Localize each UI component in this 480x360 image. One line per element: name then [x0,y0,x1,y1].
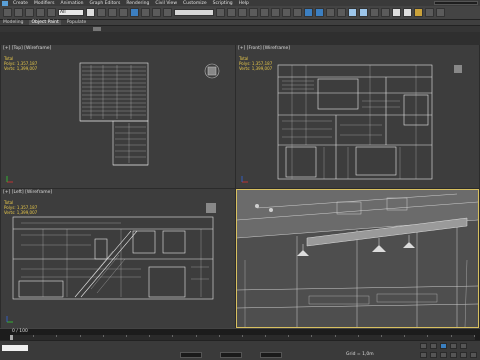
render-production-icon[interactable] [414,8,423,17]
menu-animation[interactable]: Animation [58,1,87,6]
named-selection-icon[interactable] [293,8,302,17]
select-object-icon[interactable] [86,8,95,17]
toggle-layer-explorer-icon[interactable] [337,8,346,17]
app-logo-icon[interactable] [2,0,8,6]
percent-snap-icon[interactable] [271,8,280,17]
x-coordinate-field[interactable] [180,352,202,358]
link-icon[interactable] [25,8,34,17]
rendered-frame-window-icon[interactable] [403,8,412,17]
keyboard-shortcut-icon[interactable] [238,8,247,17]
rotate-icon[interactable] [141,8,150,17]
curve-editor-icon[interactable] [359,8,368,17]
select-manipulate-icon[interactable] [227,8,236,17]
scale-icon[interactable] [152,8,161,17]
placement-icon[interactable] [163,8,172,17]
render-online-icon[interactable] [436,8,445,17]
render-setup-icon[interactable] [392,8,401,17]
go-to-end-icon[interactable] [460,343,467,349]
select-by-name-icon[interactable] [97,8,106,17]
menu-create[interactable]: Create [10,1,31,6]
toggle-scene-explorer-icon[interactable] [326,8,335,17]
menu-civil-view[interactable]: Civil View [152,1,180,6]
viewport-front[interactable]: [+] [Front] [Wireframe] Total Polys: 1,3… [236,45,479,188]
orbit-icon[interactable] [460,352,467,358]
workspace-field[interactable] [434,1,478,5]
front-wireframe [241,64,462,183]
viewport-left[interactable]: [+] [Left] [Wireframe] Total Polys: 1,35… [1,189,235,328]
top-wireframe [6,62,220,183]
mirror-icon[interactable] [304,8,313,17]
maximize-viewport-icon[interactable] [470,352,477,358]
zoom-icon[interactable] [420,352,427,358]
zoom-all-icon[interactable] [430,352,437,358]
main-toolbar: All [0,6,480,20]
maxscript-listener-input[interactable] [2,345,28,351]
pan-view-icon[interactable] [450,352,457,358]
viewcube-icon[interactable] [454,65,462,73]
left-wireframe [6,203,216,323]
tab-object-paint[interactable]: Object Paint [29,20,61,25]
viewport-top[interactable]: [+] [Top] [Wireframe] Total Polys: 1,357… [1,45,235,188]
reference-coordinate-dropdown[interactable] [174,9,214,16]
menu-customize[interactable]: Customize [180,1,210,6]
y-coordinate-field[interactable] [220,352,242,358]
viewcube-icon[interactable] [206,203,216,213]
perspective-render [237,190,478,327]
menu-graph-editors[interactable]: Graph Editors [86,1,123,6]
snaps-toggle-icon[interactable] [249,8,258,17]
selection-filter-dropdown[interactable]: All [58,9,84,16]
pivot-center-icon[interactable] [216,8,225,17]
status-bar: Grid = 1,0m [0,340,480,360]
material-editor-icon[interactable] [381,8,390,17]
redo-icon[interactable] [14,8,23,17]
schematic-view-icon[interactable] [370,8,379,17]
go-to-start-icon[interactable] [420,343,427,349]
bind-spacewarp-icon[interactable] [47,8,56,17]
spinner-snap-icon[interactable] [282,8,291,17]
play-icon[interactable] [440,343,447,349]
window-crossing-icon[interactable] [119,8,128,17]
selection-region-icon[interactable] [108,8,117,17]
angle-snap-icon[interactable] [260,8,269,17]
toggle-ribbon-icon[interactable] [348,8,357,17]
timeline: 0 / 100 [0,328,480,340]
next-frame-icon[interactable] [450,343,457,349]
grid-size-label: Grid = 1,0m [346,352,374,357]
menu-help[interactable]: Help [236,1,252,6]
menu-rendering[interactable]: Rendering [123,1,152,6]
viewport-top-gap [0,32,480,45]
ribbon-toggle-icon[interactable] [93,27,101,31]
render-iterative-icon[interactable] [425,8,434,17]
tab-modeling[interactable]: Modeling [3,20,23,25]
unlink-icon[interactable] [36,8,45,17]
tab-populate[interactable]: Populate [67,20,87,25]
zoom-extents-icon[interactable] [440,352,447,358]
frame-counter: 0 / 100 [12,329,28,334]
z-coordinate-field[interactable] [260,352,282,358]
menu-modifiers[interactable]: Modifiers [31,1,58,6]
previous-frame-icon[interactable] [430,343,437,349]
align-icon[interactable] [315,8,324,17]
viewport-perspective[interactable]: [+] [Perspective] [Realistic] [236,189,479,328]
undo-icon[interactable] [3,8,12,17]
menu-scripting[interactable]: Scripting [210,1,236,6]
move-icon[interactable] [130,8,139,17]
